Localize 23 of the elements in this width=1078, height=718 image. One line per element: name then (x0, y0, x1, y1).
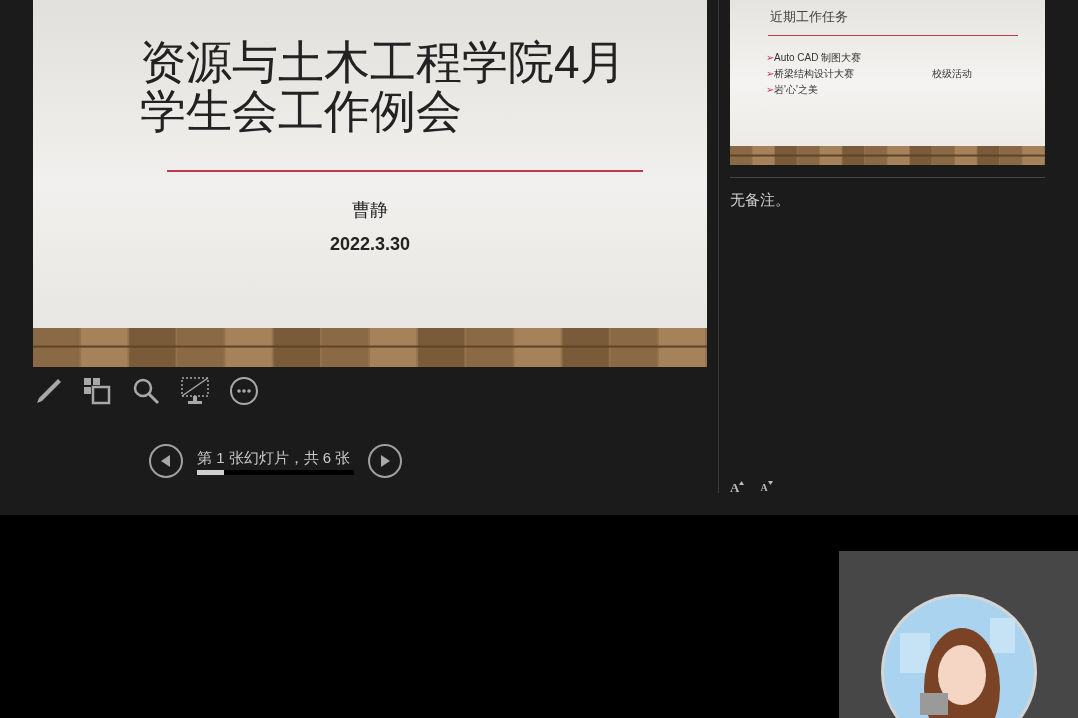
slide-title: 学生会工作例会 (140, 87, 462, 136)
monitor-icon[interactable] (180, 376, 210, 406)
next-slide-button[interactable] (368, 444, 402, 478)
up-caret-icon (739, 481, 745, 485)
preview-bullet: ➢桥梁结构设计大赛 (766, 67, 854, 81)
search-icon[interactable] (131, 376, 161, 406)
more-icon[interactable] (229, 376, 259, 406)
slide-counter: 第 1 张幻灯片，共 6 张 (197, 447, 352, 468)
preview-bullet: ➢Auto CAD 制图大赛 (766, 51, 862, 65)
right-triangle-icon (380, 455, 390, 467)
increase-font-button[interactable]: A (730, 481, 745, 495)
decrease-font-button[interactable]: A (760, 481, 773, 495)
preview-title: 近期工作任务 (770, 8, 848, 26)
slide-title: 资源与土木工程学院4月 (140, 38, 626, 87)
slide-author: 曹静 (352, 199, 388, 221)
preview-side-note: 校级活动 (932, 68, 972, 80)
down-caret-icon (767, 481, 773, 485)
slide-date: 2022.3.30 (329, 233, 411, 255)
previous-slide-button[interactable] (149, 444, 183, 478)
preview-bullet: ➢岩'心'之美 (766, 83, 818, 97)
slide-grid-icon[interactable] (82, 376, 112, 406)
left-triangle-icon (161, 455, 171, 467)
speaker-notes: 无备注。 (730, 190, 790, 210)
